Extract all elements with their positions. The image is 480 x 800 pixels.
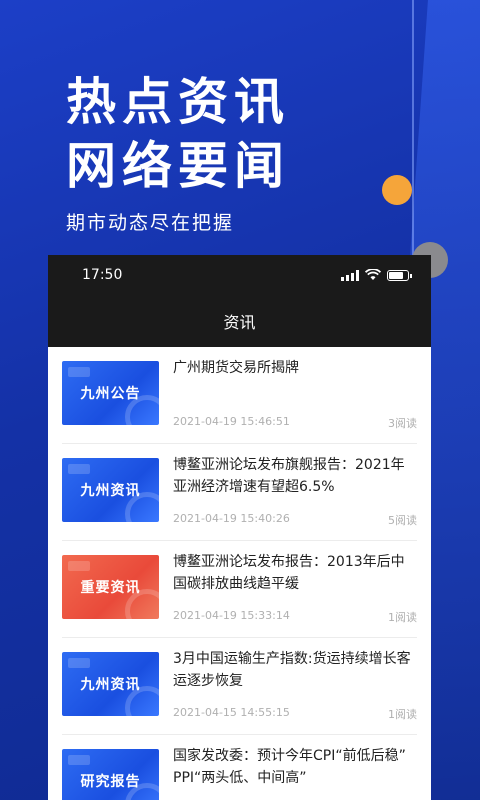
news-reads: 5阅读 <box>388 514 417 527</box>
news-date: 2021-04-19 15:46:51 <box>173 415 290 428</box>
news-thumbnail: 研究报告 <box>62 749 159 800</box>
news-item[interactable]: 九州资讯 3月中国运输生产指数:货运持续增长客运逐步恢复 2021-04-15 … <box>62 638 417 735</box>
news-thumbnail: 九州资讯 <box>62 458 159 522</box>
decorative-orange-dot <box>382 175 412 205</box>
thumbnail-label: 九州公告 <box>80 386 141 402</box>
hero-title-line1: 热点资讯 <box>66 73 290 131</box>
news-title: 广州期货交易所揭牌 <box>173 360 299 376</box>
hero-title-line2: 网络要闻 <box>66 137 290 195</box>
hero-subtitle: 期市动态尽在把握 <box>66 212 235 234</box>
news-thumbnail: 重要资讯 <box>62 555 159 619</box>
nav-bar: 资讯 <box>48 295 431 347</box>
news-title: 国家发改委：预计今年CPI“前低后稳” PPI“两头低、中间高” <box>173 748 406 786</box>
news-date: 2021-04-19 15:40:26 <box>173 512 290 525</box>
news-title: 3月中国运输生产指数:货运持续增长客运逐步恢复 <box>173 651 411 689</box>
news-reads: 1阅读 <box>388 708 417 721</box>
news-title: 博鳌亚洲论坛发布旗舰报告：2021年亚洲经济增速有望超6.5% <box>173 457 405 495</box>
news-date: 2021-04-15 14:55:15 <box>173 706 290 719</box>
status-icons <box>341 269 412 281</box>
news-title: 博鳌亚洲论坛发布报告：2013年后中国碳排放曲线趋平缓 <box>173 554 405 592</box>
news-reads: 1阅读 <box>388 611 417 624</box>
phone-screen: 17:50 资讯 九州公告 广州期货交易所揭牌 2021-04-19 15:46… <box>48 255 431 800</box>
news-thumbnail: 九州资讯 <box>62 652 159 716</box>
news-reads: 3阅读 <box>388 417 417 430</box>
news-list: 九州公告 广州期货交易所揭牌 2021-04-19 15:46:51 3阅读 九… <box>48 347 431 800</box>
news-item[interactable]: 九州公告 广州期货交易所揭牌 2021-04-19 15:46:51 3阅读 <box>62 347 417 444</box>
battery-icon <box>387 269 412 281</box>
hero-title: 热点资讯 网络要闻 <box>66 70 290 198</box>
news-thumbnail: 九州公告 <box>62 361 159 425</box>
signal-icon <box>341 269 359 281</box>
status-bar: 17:50 <box>48 255 431 295</box>
wifi-icon <box>365 269 381 280</box>
news-item[interactable]: 重要资讯 博鳌亚洲论坛发布报告：2013年后中国碳排放曲线趋平缓 2021-04… <box>62 541 417 638</box>
news-item[interactable]: 九州资讯 博鳌亚洲论坛发布旗舰报告：2021年亚洲经济增速有望超6.5% 202… <box>62 444 417 541</box>
news-date: 2021-04-19 15:33:14 <box>173 609 290 622</box>
thumbnail-label: 九州资讯 <box>80 483 141 499</box>
thumbnail-label: 重要资讯 <box>80 580 141 596</box>
status-time: 17:50 <box>82 267 123 283</box>
thumbnail-label: 研究报告 <box>80 774 141 790</box>
thumbnail-label: 九州资讯 <box>80 677 141 693</box>
nav-title: 资讯 <box>223 313 256 332</box>
news-item[interactable]: 研究报告 国家发改委：预计今年CPI“前低后稳” PPI“两头低、中间高” <box>62 735 417 800</box>
